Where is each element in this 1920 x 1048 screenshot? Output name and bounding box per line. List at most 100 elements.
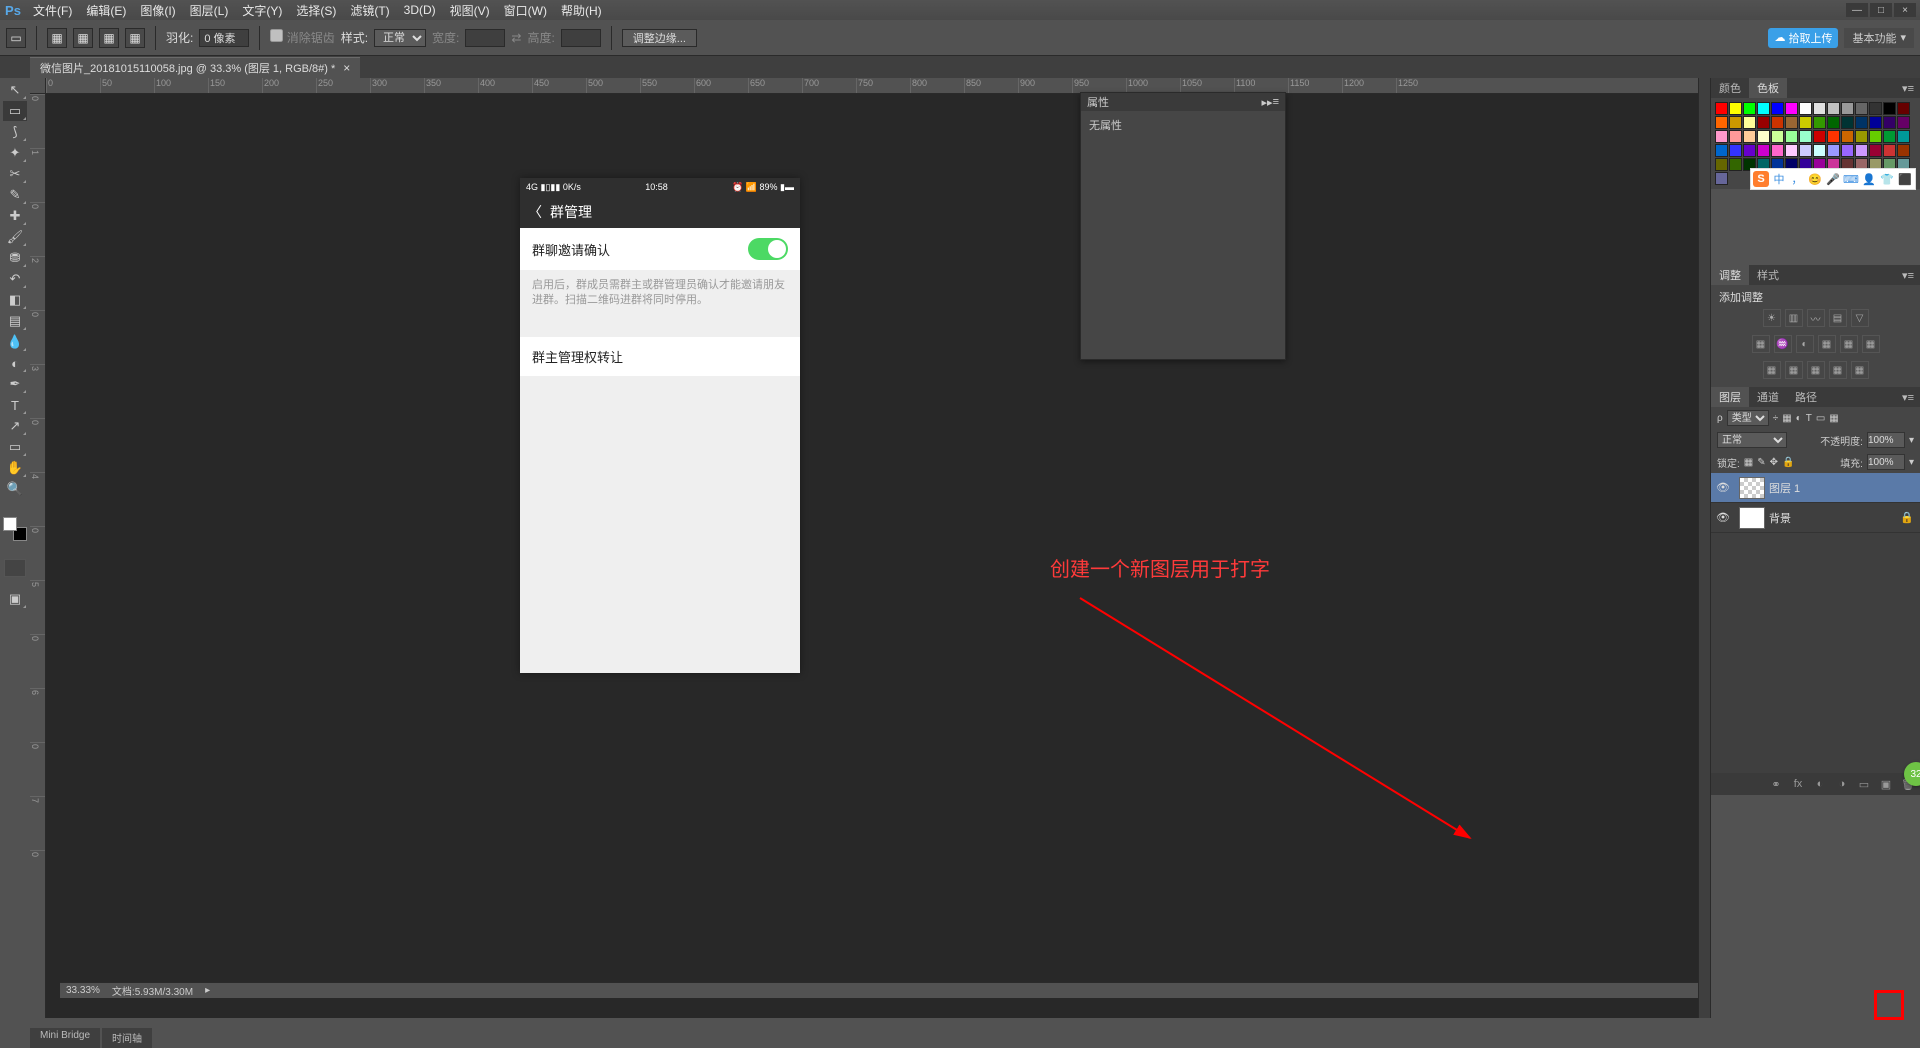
- swatch[interactable]: [1715, 130, 1728, 143]
- swatch[interactable]: [1757, 130, 1770, 143]
- document-tab[interactable]: 微信图片_20181015110058.jpg @ 33.3% (图层 1, R…: [30, 57, 360, 78]
- layer-name[interactable]: 背景: [1769, 510, 1791, 526]
- swatch[interactable]: [1897, 130, 1910, 143]
- swatch[interactable]: [1729, 158, 1742, 171]
- swatch[interactable]: [1855, 144, 1868, 157]
- move-tool[interactable]: ↖: [3, 80, 27, 100]
- adj-selective-icon[interactable]: ▦: [1851, 361, 1869, 379]
- menu-edit[interactable]: 编辑(E): [79, 2, 133, 19]
- layer-list[interactable]: 👁 图层 1 👁背景🔒: [1711, 473, 1920, 773]
- swatch[interactable]: [1869, 144, 1882, 157]
- swatch[interactable]: [1827, 116, 1840, 129]
- swatch[interactable]: [1771, 102, 1784, 115]
- ime-keyboard-icon[interactable]: ⌨: [1843, 171, 1859, 187]
- panel-dock-collapse[interactable]: [1698, 78, 1710, 1018]
- tab-channels[interactable]: 通道: [1749, 387, 1787, 407]
- swatch[interactable]: [1883, 116, 1896, 129]
- tab-timeline[interactable]: 时间轴: [102, 1028, 152, 1048]
- adj-invert-icon[interactable]: ▦: [1763, 361, 1781, 379]
- swatches-menu-icon[interactable]: ▾≡: [1896, 82, 1920, 95]
- swatch[interactable]: [1743, 130, 1756, 143]
- eraser-tool[interactable]: ◧: [3, 290, 27, 310]
- tab-minibridge[interactable]: Mini Bridge: [30, 1028, 100, 1048]
- ime-punct-icon[interactable]: ，: [1789, 171, 1805, 187]
- adj-bw-icon[interactable]: ◐: [1796, 335, 1814, 353]
- hand-tool[interactable]: ✋: [3, 458, 27, 478]
- document-tab-close-icon[interactable]: ×: [343, 61, 350, 75]
- adj-vibrance-icon[interactable]: ▽: [1851, 309, 1869, 327]
- layer-filter-select[interactable]: 类型: [1727, 410, 1769, 426]
- adj-hue-icon[interactable]: ▦: [1752, 335, 1770, 353]
- zoom-level[interactable]: 33.33%: [66, 985, 100, 996]
- swatch[interactable]: [1827, 102, 1840, 115]
- adj-mixer-icon[interactable]: ▦: [1840, 335, 1858, 353]
- ime-tool-icon[interactable]: ⬛: [1897, 171, 1913, 187]
- healing-tool[interactable]: ✚: [3, 206, 27, 226]
- swatch[interactable]: [1771, 144, 1784, 157]
- ime-lang-icon[interactable]: 中: [1771, 171, 1787, 187]
- screen-mode-toggle[interactable]: ▣: [3, 589, 27, 609]
- menu-window[interactable]: 窗口(W): [497, 2, 554, 19]
- lasso-tool[interactable]: ⟆: [3, 122, 27, 142]
- ruler-horizontal[interactable]: 0501001502002503003504004505005506006507…: [46, 78, 1698, 94]
- layer-visibility-icon[interactable]: 👁: [1711, 481, 1735, 494]
- feather-input[interactable]: [199, 29, 249, 47]
- swatch[interactable]: [1869, 116, 1882, 129]
- layers-menu-icon[interactable]: ▾≡: [1896, 391, 1920, 404]
- menu-help[interactable]: 帮助(H): [554, 2, 609, 19]
- type-tool[interactable]: T: [3, 395, 27, 415]
- swatch[interactable]: [1799, 116, 1812, 129]
- swatch[interactable]: [1897, 144, 1910, 157]
- tab-styles[interactable]: 样式: [1749, 265, 1787, 285]
- layer-row[interactable]: 👁背景🔒: [1711, 503, 1920, 533]
- swatch[interactable]: [1855, 130, 1868, 143]
- minimize-button[interactable]: —: [1846, 3, 1868, 17]
- new-group-icon[interactable]: ▭: [1856, 776, 1872, 792]
- path-select-tool[interactable]: ↗: [3, 416, 27, 436]
- swatch[interactable]: [1841, 130, 1854, 143]
- filter-pixel-icon[interactable]: ▦: [1782, 413, 1791, 424]
- swatch[interactable]: [1799, 102, 1812, 115]
- document-info[interactable]: 文档:5.93M/3.30M: [112, 983, 193, 998]
- adj-brightness-icon[interactable]: ☀: [1763, 309, 1781, 327]
- layer-name[interactable]: 图层 1: [1769, 480, 1800, 496]
- layer-thumbnail[interactable]: [1739, 507, 1765, 529]
- tab-layers[interactable]: 图层: [1711, 387, 1749, 407]
- swatch[interactable]: [1841, 116, 1854, 129]
- zoom-tool[interactable]: 🔍: [3, 479, 27, 499]
- adj-poster-icon[interactable]: ▦: [1785, 361, 1803, 379]
- filter-type-icon[interactable]: T: [1806, 413, 1812, 424]
- swatch[interactable]: [1771, 116, 1784, 129]
- layer-fx-icon[interactable]: fx: [1790, 776, 1806, 792]
- swatch[interactable]: [1729, 116, 1742, 129]
- swatch[interactable]: [1813, 116, 1826, 129]
- swatch[interactable]: [1715, 172, 1728, 185]
- menu-image[interactable]: 图像(I): [133, 2, 182, 19]
- pen-tool[interactable]: ✒: [3, 374, 27, 394]
- lock-pixels-icon[interactable]: ✎: [1757, 457, 1765, 468]
- adjustments-menu-icon[interactable]: ▾≡: [1896, 269, 1920, 282]
- swatch[interactable]: [1715, 158, 1728, 171]
- layer-row[interactable]: 👁 图层 1: [1711, 473, 1920, 503]
- refine-edge-button[interactable]: 调整边缘...: [622, 29, 697, 47]
- swatch[interactable]: [1799, 130, 1812, 143]
- adj-threshold-icon[interactable]: ▦: [1807, 361, 1825, 379]
- crop-tool[interactable]: ✂: [3, 164, 27, 184]
- close-button[interactable]: ×: [1894, 3, 1916, 17]
- tool-preset-icon[interactable]: ▭: [6, 28, 26, 48]
- adj-curves-icon[interactable]: 〰: [1807, 309, 1825, 327]
- swatch[interactable]: [1757, 116, 1770, 129]
- panel-collapse-icon[interactable]: ▸▸: [1262, 96, 1273, 109]
- menu-type[interactable]: 文字(Y): [235, 2, 289, 19]
- tab-color[interactable]: 颜色: [1711, 78, 1749, 98]
- blend-mode-select[interactable]: 正常: [1717, 432, 1787, 448]
- swatch[interactable]: [1785, 102, 1798, 115]
- fill-input[interactable]: [1867, 454, 1905, 470]
- swatch[interactable]: [1799, 144, 1812, 157]
- swatch[interactable]: [1855, 102, 1868, 115]
- new-layer-icon[interactable]: ▣: [1878, 776, 1894, 792]
- swatch[interactable]: [1883, 130, 1896, 143]
- document-info-arrow-icon[interactable]: ▸: [205, 985, 210, 996]
- opacity-input[interactable]: [1867, 432, 1905, 448]
- adj-photo-icon[interactable]: ▦: [1818, 335, 1836, 353]
